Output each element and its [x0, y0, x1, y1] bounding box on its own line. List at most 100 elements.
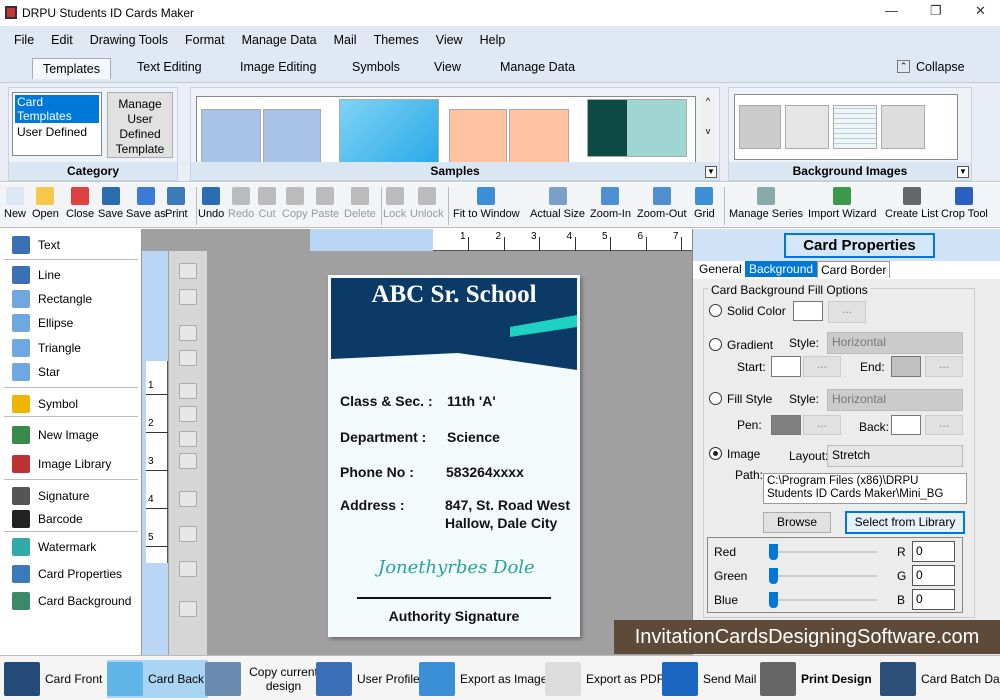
align-left-icon[interactable]	[179, 383, 197, 399]
align-top-icon[interactable]	[179, 431, 197, 447]
pen-color-picker-button[interactable]: ...	[803, 415, 841, 435]
save-as-button[interactable]: Save as	[126, 187, 166, 220]
menu-edit[interactable]: Edit	[51, 33, 73, 47]
tool-card-properties[interactable]: Card Properties	[12, 565, 122, 583]
background-image-2[interactable]	[785, 105, 829, 149]
menu-manage-data[interactable]: Manage Data	[242, 33, 317, 47]
align-middle-icon[interactable]	[179, 526, 197, 542]
card-front-button[interactable]: Card Front	[4, 660, 102, 698]
manage-user-defined-template-button[interactable]: Manage User Defined Template	[107, 92, 173, 158]
green-slider-track[interactable]	[771, 575, 877, 577]
red-value-input[interactable]: 0	[912, 541, 955, 562]
gradient-style-dropdown[interactable]: Horizontal	[827, 332, 963, 354]
cut-button[interactable]: Cut	[258, 187, 276, 220]
manage-series-button[interactable]: Manage Series	[729, 187, 803, 220]
card-back-button[interactable]: Card Back	[107, 660, 209, 698]
tool-image-library[interactable]: Image Library	[12, 455, 111, 473]
gradient-end-swatch[interactable]	[891, 356, 921, 377]
sample-template-3[interactable]	[339, 99, 439, 165]
card-batch-data-button[interactable]: Card Batch Data	[880, 660, 1000, 698]
copy-current-design-button[interactable]: Copy current design	[205, 660, 321, 698]
export-as-pdf-button[interactable]: Export as PDF	[545, 660, 664, 698]
send-to-back-icon[interactable]	[179, 289, 197, 305]
close-button[interactable]: Close	[66, 187, 94, 220]
user-profile-button[interactable]: User Profile	[316, 660, 420, 698]
tool-rectangle[interactable]: Rectangle	[12, 290, 92, 308]
collapse-icon[interactable]: ⌃	[897, 60, 910, 73]
id-card-back[interactable]: ABC Sr. School Class & Sec. : 11th 'A' D…	[328, 275, 580, 637]
back-color-picker-button[interactable]: ...	[925, 415, 963, 435]
sample-template-5[interactable]	[509, 109, 569, 169]
background-image-3[interactable]	[833, 105, 877, 149]
menu-file[interactable]: File	[14, 33, 34, 47]
gradient-start-swatch[interactable]	[771, 356, 801, 377]
tab-general[interactable]: General	[699, 262, 742, 276]
grid-button[interactable]: Grid	[694, 187, 715, 220]
tab-card-border[interactable]: Card Border	[817, 261, 891, 278]
tool-signature[interactable]: Signature	[12, 487, 89, 505]
lock-button[interactable]: Lock	[383, 187, 406, 220]
maximize-button[interactable]: ❐	[930, 3, 942, 19]
pen-color-swatch[interactable]	[771, 415, 801, 435]
category-item-card-templates[interactable]: Card Templates	[15, 95, 99, 123]
paste-button[interactable]: Paste	[311, 187, 339, 220]
green-slider-thumb[interactable]	[769, 568, 778, 584]
delete-button[interactable]: Delete	[344, 187, 376, 220]
category-list[interactable]: Card Templates User Defined	[12, 92, 102, 156]
path-field[interactable]: C:\Program Files (x86)\DRPU Students ID …	[763, 473, 967, 504]
export-as-image-button[interactable]: Export as Image	[419, 660, 547, 698]
tool-barcode[interactable]: Barcode	[12, 510, 83, 528]
image-radio[interactable]	[709, 447, 722, 460]
design-canvas[interactable]: 12345678 12345 ABC Sr. School Class & Se…	[142, 229, 739, 655]
gradient-radio[interactable]	[709, 338, 722, 351]
sample-template-4[interactable]	[449, 109, 507, 169]
fill-style-dropdown[interactable]: Horizontal	[827, 389, 963, 411]
tool-watermark[interactable]: Watermark	[12, 538, 96, 556]
zoom-out-button[interactable]: Zoom-Out	[637, 187, 687, 220]
center-icon[interactable]	[179, 561, 197, 577]
gradient-end-picker-button[interactable]: ...	[925, 356, 963, 377]
background-images-gallery[interactable]	[734, 94, 958, 160]
menu-drawing-tools[interactable]: Drawing Tools	[90, 33, 168, 47]
tool-symbol[interactable]: Symbol	[12, 395, 78, 413]
minimize-button[interactable]: —	[885, 3, 898, 18]
red-slider-track[interactable]	[771, 551, 877, 553]
background-images-expand-icon[interactable]: ▼	[957, 166, 969, 178]
copy-button[interactable]: Copy	[282, 187, 308, 220]
ribbon-tab-text-editing[interactable]: Text Editing	[137, 60, 202, 74]
unlock-button[interactable]: Unlock	[410, 187, 444, 220]
select-from-library-button[interactable]: Select from Library	[845, 511, 965, 534]
solid-color-swatch[interactable]	[793, 301, 823, 321]
ribbon-tab-view[interactable]: View	[434, 60, 461, 74]
tool-star[interactable]: Star	[12, 363, 60, 381]
samples-scrollbar[interactable]: ^ v	[701, 96, 715, 164]
align-right-icon[interactable]	[179, 406, 197, 422]
red-slider-thumb[interactable]	[769, 544, 778, 560]
print-design-button[interactable]: Print Design	[760, 660, 872, 698]
sample-template-1[interactable]	[201, 109, 261, 169]
ribbon-tab-manage-data[interactable]: Manage Data	[500, 60, 575, 74]
save-button[interactable]: Save	[98, 187, 123, 220]
align-bottom-icon[interactable]	[179, 453, 197, 469]
align-center-icon[interactable]	[179, 491, 197, 507]
lock-icon[interactable]	[179, 325, 197, 341]
crop-tool-button[interactable]: Crop Tool	[941, 187, 988, 220]
ribbon-tab-templates[interactable]: Templates	[32, 58, 111, 79]
tool-triangle[interactable]: Triangle	[12, 339, 81, 357]
blue-slider-track[interactable]	[771, 599, 877, 601]
background-image-4[interactable]	[881, 105, 925, 149]
back-color-swatch[interactable]	[891, 415, 921, 435]
menu-view[interactable]: View	[436, 33, 463, 47]
bring-to-front-icon[interactable]	[179, 263, 197, 279]
new-button[interactable]: New	[4, 187, 26, 220]
gradient-start-picker-button[interactable]: ...	[803, 356, 841, 377]
tab-background[interactable]: Background	[745, 261, 818, 277]
fill-style-radio[interactable]	[709, 392, 722, 405]
blue-value-input[interactable]: 0	[912, 589, 955, 610]
category-item-user-defined[interactable]: User Defined	[17, 125, 97, 139]
print-button[interactable]: Print	[165, 187, 188, 220]
samples-expand-icon[interactable]: ▼	[705, 166, 717, 178]
tool-card-background[interactable]: Card Background	[12, 592, 131, 610]
menu-help[interactable]: Help	[480, 33, 506, 47]
tool-line[interactable]: Line	[12, 266, 61, 284]
